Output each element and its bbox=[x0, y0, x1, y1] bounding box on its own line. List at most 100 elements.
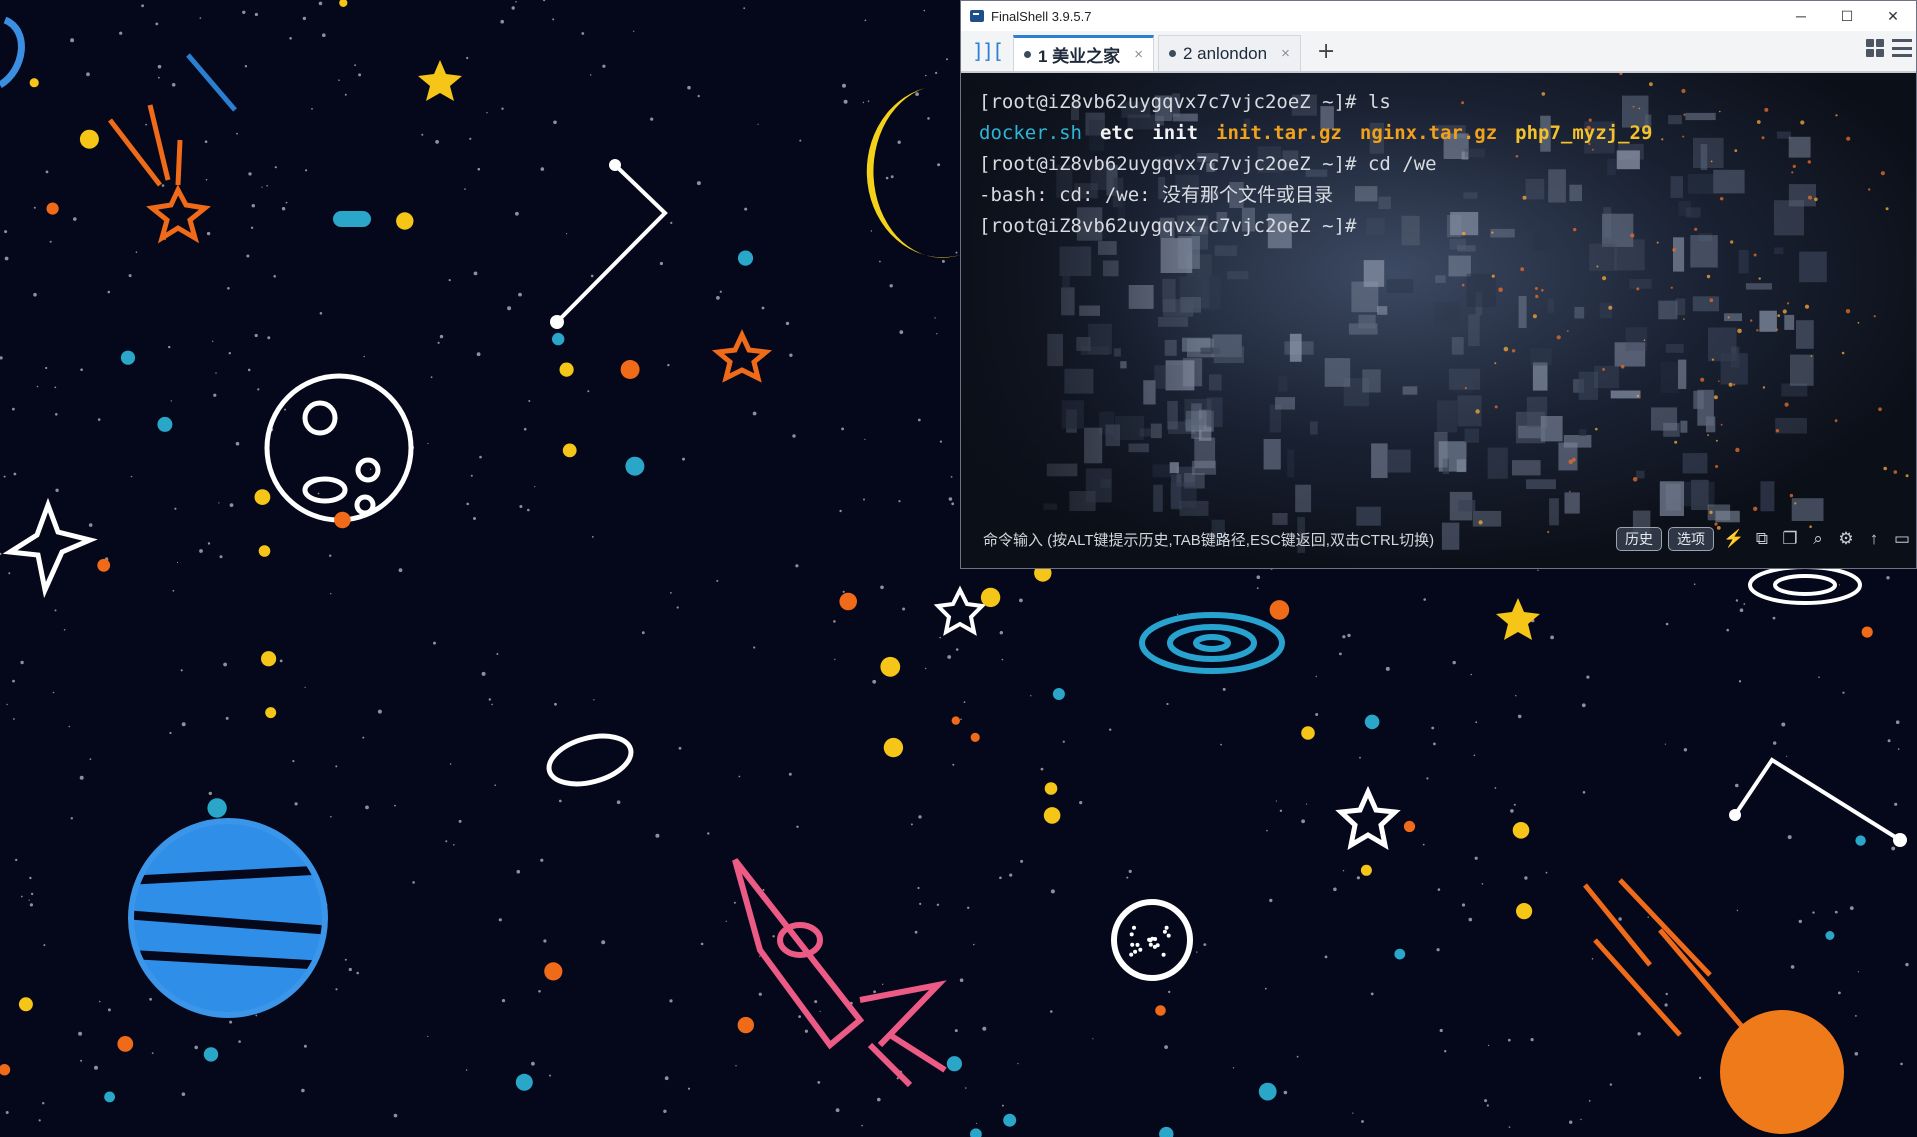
star-speck bbox=[1431, 726, 1435, 730]
star-speck bbox=[107, 290, 111, 294]
command-input-bar[interactable]: 命令输入 (按ALT键提示历史,TAB键路径,ESC键返回,双击CTRL切换) … bbox=[961, 524, 1916, 554]
star-speck bbox=[119, 31, 123, 35]
color-dot bbox=[980, 587, 1001, 608]
star-speck bbox=[1683, 748, 1688, 752]
color-dot bbox=[880, 656, 901, 677]
star-speck bbox=[540, 167, 545, 171]
tab-session-1[interactable]: 1 美业之家 × bbox=[1013, 35, 1154, 71]
star-speck bbox=[80, 368, 83, 372]
star-speck bbox=[8, 572, 11, 575]
layout-grid-icon[interactable] bbox=[1866, 39, 1884, 57]
copy-icon[interactable]: ⧉ bbox=[1751, 528, 1773, 550]
star-speck bbox=[335, 988, 338, 991]
arrow-up-icon[interactable]: ↑ bbox=[1863, 528, 1885, 550]
star-speck bbox=[73, 217, 77, 221]
star-speck bbox=[168, 345, 171, 349]
window-icon[interactable]: ▭ bbox=[1891, 528, 1913, 550]
star-speck bbox=[939, 440, 943, 443]
star-speck bbox=[488, 698, 491, 701]
star-speck bbox=[45, 366, 48, 370]
star-speck bbox=[1591, 958, 1594, 960]
star-speck bbox=[1693, 583, 1696, 585]
star-speck bbox=[1342, 870, 1345, 872]
star-speck bbox=[960, 718, 962, 721]
star-speck bbox=[1168, 990, 1171, 994]
star-speck bbox=[257, 388, 260, 391]
tab-close-icon[interactable]: × bbox=[1134, 46, 1143, 63]
tab-session-2[interactable]: 2 anlondon × bbox=[1157, 35, 1301, 71]
star-speck bbox=[1857, 971, 1859, 973]
star-speck bbox=[213, 393, 217, 397]
color-dot bbox=[120, 350, 136, 365]
paste-icon[interactable]: ❐ bbox=[1779, 528, 1801, 550]
star-speck bbox=[1352, 1112, 1354, 1114]
command-input-hint[interactable]: 命令输入 (按ALT键提示历史,TAB键路径,ESC键返回,双击CTRL切换) bbox=[983, 529, 1616, 550]
maximize-button[interactable]: ☐ bbox=[1824, 1, 1870, 31]
star-speck bbox=[1275, 800, 1277, 802]
star-speck bbox=[554, 702, 557, 706]
panel-toggle-icon[interactable]: ]][ bbox=[961, 31, 1013, 71]
star-speck bbox=[362, 736, 365, 739]
star-speck bbox=[494, 784, 497, 786]
lightning-icon[interactable]: ⚡ bbox=[1723, 528, 1745, 550]
star-speck bbox=[1324, 955, 1328, 959]
search-icon[interactable]: ⌕ bbox=[1807, 528, 1829, 550]
star-speck bbox=[1786, 755, 1788, 757]
star-speck bbox=[369, 468, 372, 470]
star-speck bbox=[1545, 871, 1548, 874]
star-speck bbox=[1772, 616, 1776, 620]
star-speck bbox=[330, 815, 332, 818]
minimize-button[interactable]: ─ bbox=[1778, 1, 1824, 31]
star-speck bbox=[955, 648, 959, 651]
star-speck bbox=[1618, 917, 1622, 921]
star-speck bbox=[700, 942, 704, 946]
star-speck bbox=[834, 658, 836, 661]
star-speck bbox=[501, 107, 504, 110]
close-button[interactable]: ✕ bbox=[1870, 1, 1916, 31]
add-tab-button[interactable]: + bbox=[1305, 31, 1347, 71]
star-speck bbox=[917, 886, 920, 890]
menu-icon[interactable] bbox=[1892, 39, 1912, 57]
star-speck bbox=[861, 1124, 863, 1127]
star-speck bbox=[1735, 783, 1739, 788]
finalshell-window: FinalShell 3.9.5.7 ─ ☐ ✕ ]][ 1 美业之家 × 2 … bbox=[960, 0, 1917, 569]
star-speck bbox=[959, 978, 964, 982]
color-dot bbox=[515, 1073, 533, 1091]
star-speck bbox=[716, 296, 720, 300]
star-speck bbox=[1009, 873, 1013, 877]
star-speck bbox=[914, 930, 918, 934]
star-speck bbox=[1637, 1032, 1641, 1036]
star-speck bbox=[70, 817, 74, 820]
star-speck bbox=[531, 1061, 535, 1066]
color-dot bbox=[1052, 688, 1065, 700]
star-speck bbox=[496, 653, 499, 655]
star-speck bbox=[398, 568, 403, 573]
star-speck bbox=[236, 132, 238, 135]
tab-close-icon[interactable]: × bbox=[1281, 45, 1290, 62]
star-speck bbox=[1269, 898, 1273, 903]
star-speck bbox=[427, 1035, 429, 1038]
star-speck bbox=[1423, 598, 1426, 601]
moon-dot bbox=[1129, 952, 1134, 957]
history-button[interactable]: 历史 bbox=[1616, 527, 1662, 551]
star-speck bbox=[1050, 889, 1055, 894]
star-speck bbox=[1079, 801, 1083, 805]
terminal-area[interactable]: [root@iZ8vb62uygqvx7c7vjc2oeZ ~]# ls doc… bbox=[961, 73, 1916, 568]
star-speck bbox=[633, 30, 635, 32]
options-button[interactable]: 选项 bbox=[1668, 527, 1714, 551]
ls-output-line: docker.sh etc init init.tar.gz nginx.tar.gz p… bbox=[979, 118, 1670, 149]
star-speck bbox=[935, 71, 938, 74]
moon-dot bbox=[1133, 949, 1138, 954]
star-speck bbox=[1586, 675, 1590, 679]
star-speck bbox=[1166, 702, 1169, 706]
star-speck bbox=[1220, 743, 1222, 746]
star-speck bbox=[235, 441, 240, 446]
star-speck bbox=[322, 33, 326, 37]
color-dot bbox=[1258, 1082, 1277, 1101]
star-speck bbox=[449, 763, 452, 765]
color-dot bbox=[396, 212, 414, 230]
star-speck bbox=[274, 166, 277, 169]
window-title: FinalShell 3.9.5.7 bbox=[991, 8, 1092, 24]
star-speck bbox=[785, 321, 790, 326]
gear-icon[interactable]: ⚙ bbox=[1835, 528, 1857, 550]
